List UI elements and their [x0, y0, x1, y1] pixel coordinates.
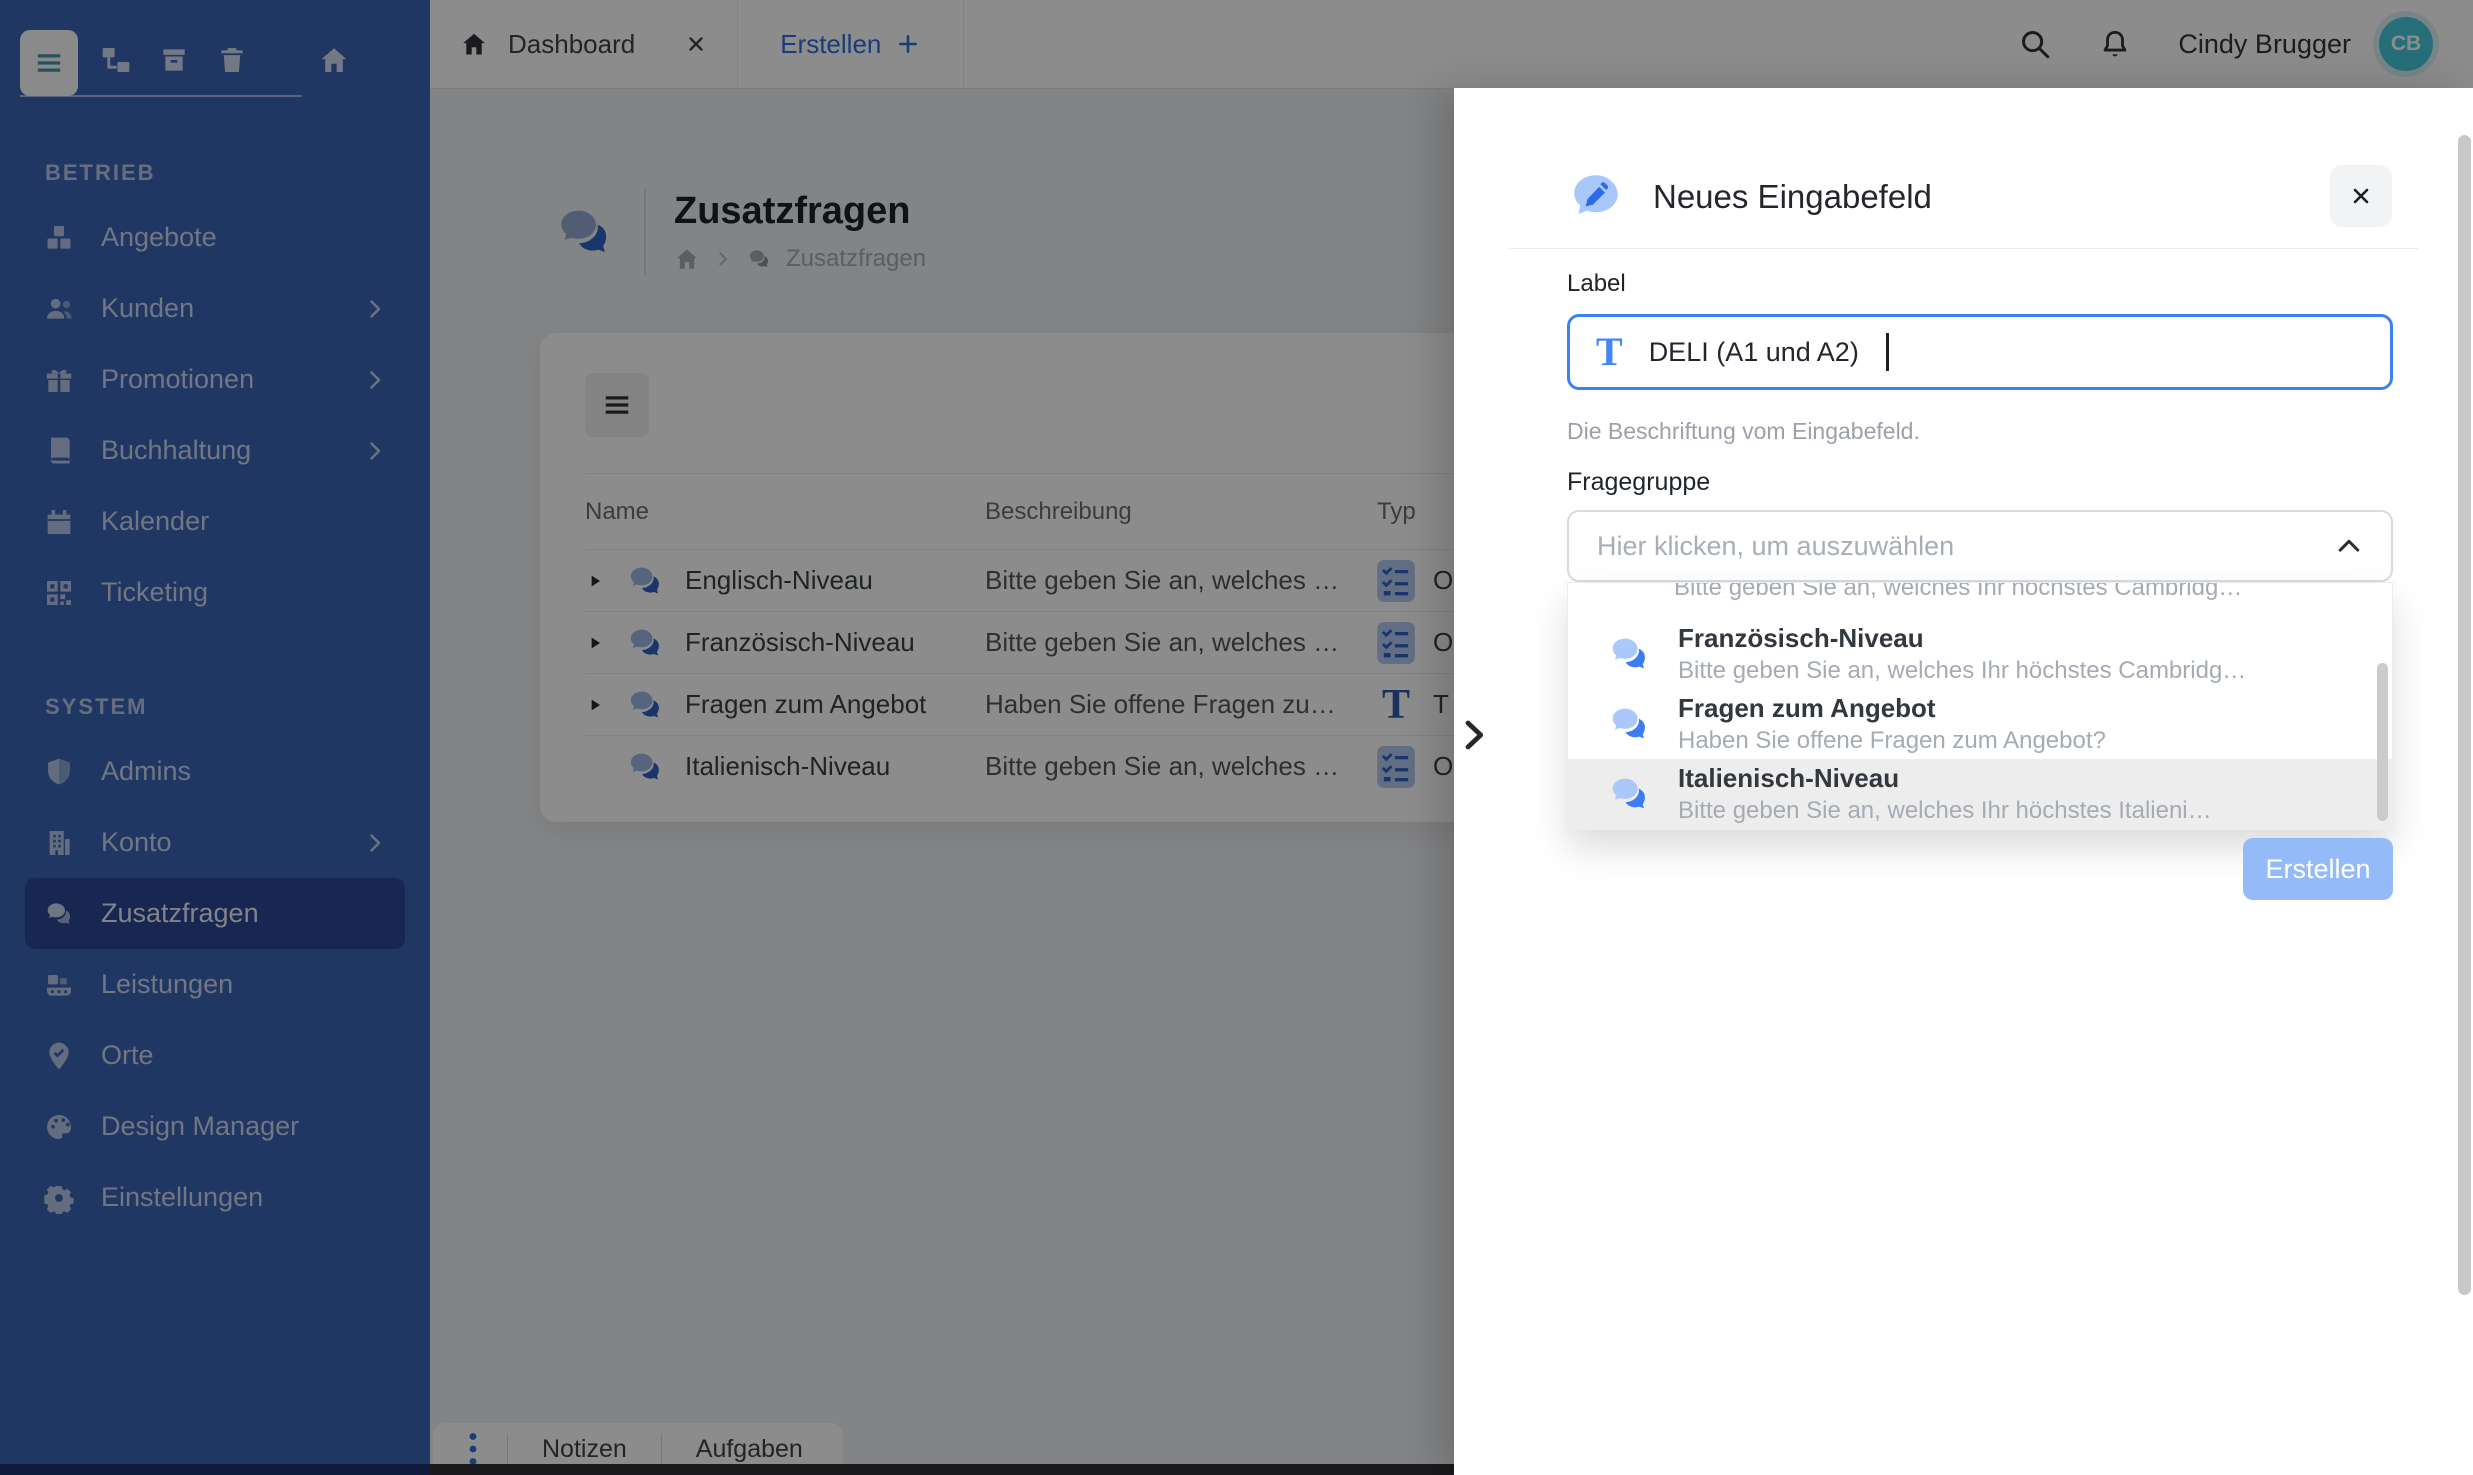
- drawer-title: Neues Eingabefeld: [1653, 178, 1932, 215]
- drawer-collapse-handle[interactable]: [1448, 706, 1500, 764]
- label-helper-text: Die Beschriftung vom Eingabefeld.: [1567, 418, 1920, 444]
- dropdown-option-fragen-zum-angebot[interactable]: Fragen zum Angebot Haben Sie offene Frag…: [1568, 689, 2392, 759]
- chat-bubbles-icon: [1612, 638, 1645, 669]
- fragegruppe-dropdown: Bitte geben Sie an, welches Ihr höchstes…: [1567, 582, 2393, 830]
- option-description: Bitte geben Sie an, welches Ihr höchstes…: [1674, 583, 2243, 601]
- drawer-scrollbar[interactable]: [2458, 135, 2471, 1295]
- option-title: Fragen zum Angebot: [1678, 692, 1936, 723]
- select-placeholder: Hier klicken, um auszuwählen: [1597, 530, 1955, 561]
- chat-bubbles-icon: [1612, 708, 1645, 739]
- fragegruppe-select[interactable]: Hier klicken, um auszuwählen: [1567, 510, 2393, 582]
- fragegruppe-label: Fragegruppe: [1567, 468, 1711, 496]
- text-type-icon: T: [1596, 329, 1623, 374]
- label-input-value: DELI (A1 und A2): [1648, 336, 1859, 367]
- chevron-up-icon[interactable]: [2335, 532, 2363, 560]
- option-description: Bitte geben Sie an, welches Ihr höchstes…: [1678, 796, 2212, 824]
- option-title: Italienisch-Niveau: [1678, 762, 1900, 793]
- option-title: Französisch-Niveau: [1678, 622, 1924, 653]
- dropdown-option-partial[interactable]: Bitte geben Sie an, welches Ihr höchstes…: [1568, 583, 2392, 619]
- drawer-header: Neues Eingabefeld: [1567, 168, 1932, 226]
- bubble-pencil-icon: [1574, 175, 1618, 214]
- text-cursor: [1885, 333, 1889, 371]
- erstellen-submit-button[interactable]: Erstellen: [2243, 838, 2393, 900]
- option-description: Haben Sie offene Fragen zum Angebot?: [1678, 726, 2106, 754]
- label-field-label: Label: [1567, 270, 1626, 297]
- chat-bubbles-icon: [1612, 778, 1645, 809]
- dropdown-scrollbar[interactable]: [2377, 663, 2388, 821]
- option-description: Bitte geben Sie an, welches Ihr höchstes…: [1678, 656, 2247, 684]
- close-drawer-button[interactable]: [2330, 165, 2392, 227]
- chevron-right-icon: [1465, 720, 1484, 750]
- close-icon: [2349, 184, 2373, 208]
- app-window: BETRIEB Angebote Kunden Promotionen Buch…: [0, 0, 2473, 1475]
- dropdown-option-franzoesisch[interactable]: Französisch-Niveau Bitte geben Sie an, w…: [1568, 619, 2392, 689]
- create-field-drawer: Neues Eingabefeld Label T DELI (A1 und A…: [1454, 88, 2473, 1475]
- drawer-divider: [1509, 248, 2418, 249]
- label-input[interactable]: T DELI (A1 und A2): [1567, 314, 2393, 390]
- dropdown-option-italienisch[interactable]: Italienisch-Niveau Bitte geben Sie an, w…: [1568, 759, 2392, 829]
